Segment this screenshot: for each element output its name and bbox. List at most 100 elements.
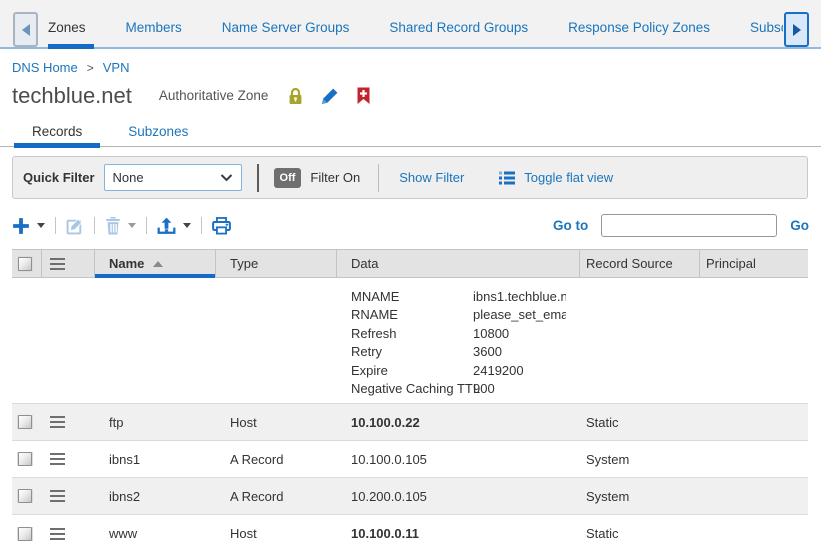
row-name: ibns2 <box>95 489 216 504</box>
select-all-checkbox[interactable] <box>18 257 32 271</box>
divider <box>378 164 379 192</box>
goto-label: Go to <box>553 218 588 233</box>
soa-field: MNAMEibns1.techblue.net <box>337 287 580 306</box>
top-tab-shared-record-groups[interactable]: Shared Record Groups <box>389 12 528 49</box>
row-menu-icon[interactable] <box>50 490 65 502</box>
soa-field-value: ibns1.techblue.net <box>473 289 566 304</box>
add-record-dropdown-caret[interactable] <box>37 223 45 228</box>
go-button[interactable]: Go <box>790 218 809 233</box>
quick-filter-select[interactable]: None <box>104 164 242 191</box>
quick-filter-label: Quick Filter <box>23 170 95 185</box>
row-name: www <box>95 526 216 541</box>
chevron-down-icon <box>220 173 233 182</box>
tab-scroll-left-button[interactable] <box>13 12 38 47</box>
table-row[interactable]: ibns1 A Record 10.100.0.105 System <box>12 441 808 478</box>
soa-field-label: Expire <box>337 363 473 378</box>
soa-field: Retry3600 <box>337 343 580 362</box>
soa-field-label: RNAME <box>337 307 473 322</box>
table-menu-icon[interactable] <box>50 258 65 270</box>
export-dropdown-caret[interactable] <box>183 223 191 228</box>
soa-field: Negative Caching TTL900 <box>337 380 580 399</box>
row-data: 10.100.0.22 <box>337 415 580 430</box>
tab-subzones[interactable]: Subzones <box>128 121 188 147</box>
column-header-name[interactable]: Name <box>95 250 216 277</box>
delete-dropdown-caret[interactable] <box>128 223 136 228</box>
row-record-source: Static <box>580 526 700 541</box>
table-row[interactable]: ftp Host 10.100.0.22 Static <box>12 404 808 441</box>
row-type: A Record <box>216 489 337 504</box>
breadcrumb-dns-home[interactable]: DNS Home <box>12 60 78 75</box>
tab-records[interactable]: Records <box>32 121 82 147</box>
edit-record-button[interactable] <box>66 217 84 235</box>
chevron-left-icon <box>22 24 30 36</box>
edit-zone-icon[interactable] <box>321 87 339 105</box>
soa-field: RNAMEplease_set_email <box>337 306 580 325</box>
bookmark-add-icon[interactable] <box>356 87 371 105</box>
table-row[interactable]: www Host 10.100.0.11 Static <box>12 515 808 552</box>
soa-field-value: 2419200 <box>473 363 566 378</box>
top-tab-name-server-groups[interactable]: Name Server Groups <box>222 12 350 49</box>
add-record-button[interactable] <box>12 217 45 235</box>
top-tab-bar: Zones Members Name Server Groups Shared Rec… <box>0 0 821 49</box>
top-tab-members[interactable]: Members <box>126 12 182 49</box>
row-record-source: Static <box>580 415 700 430</box>
print-button[interactable] <box>212 217 231 235</box>
row-data: 10.100.0.11 <box>337 526 580 541</box>
filter-on-toggle[interactable]: Off <box>274 168 302 188</box>
soa-field-label: Negative Caching TTL <box>337 381 473 396</box>
row-type: Host <box>216 526 337 541</box>
row-menu-icon[interactable] <box>50 416 65 428</box>
edit-icon <box>66 217 84 235</box>
toggle-flat-view[interactable]: Toggle flat view <box>498 170 613 185</box>
records-toolbar: Go to Go <box>12 212 809 239</box>
row-checkbox[interactable] <box>18 452 32 466</box>
soa-field-value: 3600 <box>473 344 566 359</box>
soa-field-label: Refresh <box>337 326 473 341</box>
column-header-type[interactable]: Type <box>216 250 337 277</box>
page-title: techblue.net <box>12 83 132 109</box>
column-header-name-label: Name <box>109 256 144 271</box>
top-tabs: Zones Members Name Server Groups Shared Rec… <box>48 12 783 49</box>
row-checkbox[interactable] <box>18 527 32 541</box>
chevron-right-icon <box>793 24 801 36</box>
row-record-source: System <box>580 452 700 467</box>
soa-field-label: Retry <box>337 344 473 359</box>
delete-record-button[interactable] <box>105 217 136 235</box>
row-menu-icon[interactable] <box>50 528 65 540</box>
export-button[interactable] <box>157 217 191 235</box>
breadcrumb-vpn[interactable]: VPN <box>103 60 130 75</box>
filter-bar: Quick Filter None Off Filter On Show Fil… <box>12 156 808 199</box>
goto-input[interactable] <box>601 214 777 237</box>
row-record-source: System <box>580 489 700 504</box>
plus-icon <box>12 217 30 235</box>
tab-scroll-right-button[interactable] <box>784 12 809 47</box>
row-menu-icon[interactable] <box>50 453 65 465</box>
divider <box>146 217 147 234</box>
soa-field-label: MNAME <box>337 289 473 304</box>
trash-icon <box>105 217 121 235</box>
table-row[interactable]: ibns2 A Record 10.200.0.105 System <box>12 478 808 515</box>
divider <box>94 217 95 234</box>
column-header-data[interactable]: Data <box>337 250 580 277</box>
soa-field-value: 900 <box>473 381 566 396</box>
soa-data-block: MNAMEibns1.techblue.netRNAMEplease_set_e… <box>337 287 580 398</box>
soa-record-row[interactable]: MNAMEibns1.techblue.netRNAMEplease_set_e… <box>12 278 808 404</box>
top-tab-zones[interactable]: Zones <box>48 12 86 49</box>
divider <box>257 164 259 192</box>
show-filter-link[interactable]: Show Filter <box>399 170 464 185</box>
table-header: Name Type Data Record Source Principal <box>12 249 808 278</box>
export-icon <box>157 217 176 235</box>
top-tab-response-policy-zones[interactable]: Response Policy Zones <box>568 12 710 49</box>
soa-field-value: 10800 <box>473 326 566 341</box>
row-checkbox[interactable] <box>18 415 32 429</box>
column-header-record-source[interactable]: Record Source <box>580 250 700 277</box>
row-type: Host <box>216 415 337 430</box>
column-header-principal[interactable]: Principal <box>700 250 808 277</box>
row-checkbox[interactable] <box>18 489 32 503</box>
lock-icon <box>287 87 304 105</box>
quick-filter-value: None <box>113 170 220 185</box>
top-tab-subscriber-s[interactable]: Subscriber S <box>750 12 783 49</box>
soa-field: Expire2419200 <box>337 361 580 380</box>
zone-type-label: Authoritative Zone <box>159 88 269 103</box>
sort-ascending-icon <box>153 261 163 267</box>
